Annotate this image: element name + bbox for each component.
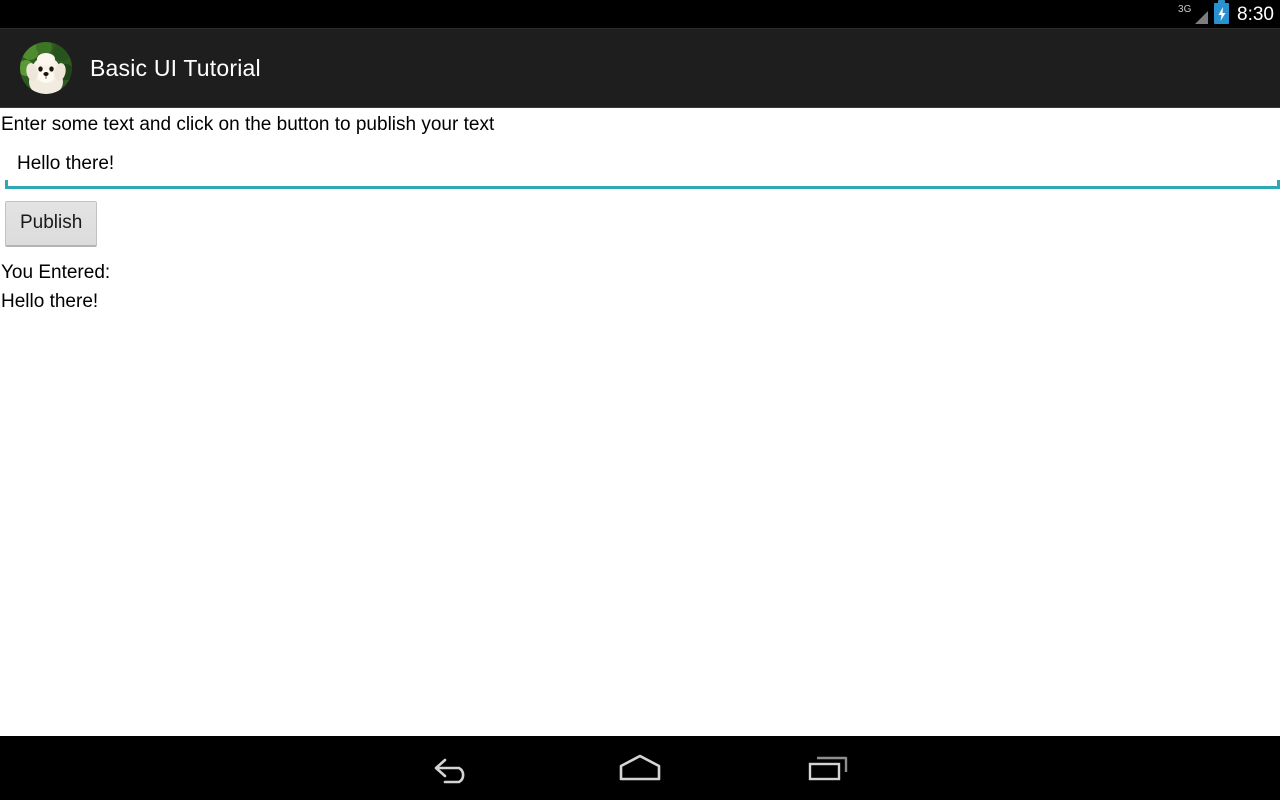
back-icon[interactable] [413,742,491,794]
text-input-wrapper[interactable] [5,145,1280,189]
dog-avatar-image [20,42,72,94]
result-label: You Entered: [1,262,111,283]
network-type-label: 3G [1178,4,1192,15]
main-content: Enter some text and click on the button … [0,109,1280,736]
back-arrow-glyph [434,758,465,784]
battery-charging-icon [1214,0,1230,24]
text-input[interactable] [5,145,1280,183]
signal-icon: 3G [1178,4,1209,26]
recents-icon[interactable] [789,742,867,794]
publish-button[interactable]: Publish [5,201,98,247]
instruction-label: Enter some text and click on the button … [1,114,495,135]
navigation-bar [0,736,1280,800]
android-screen: 3G 8:30 Basic UI Tutorial Enter some tex… [0,0,1280,800]
text-input-underline [5,180,1280,189]
home-house-glyph [619,754,661,781]
home-icon[interactable] [601,742,679,794]
result-block: You Entered: Hello there! [0,258,1280,316]
status-bar-right-group: 3G 8:30 [1178,0,1274,28]
lightning-bolt-icon [1218,6,1226,21]
status-bar: 3G 8:30 [0,0,1280,28]
action-bar: Basic UI Tutorial [0,28,1280,108]
result-value: Hello there! [1,291,99,312]
recents-rectangles-glyph [808,756,848,781]
signal-triangle-icon [1195,11,1209,24]
app-title: Basic UI Tutorial [90,54,261,81]
dog-avatar-icon [20,42,72,94]
status-bar-clock: 8:30 [1237,4,1274,25]
